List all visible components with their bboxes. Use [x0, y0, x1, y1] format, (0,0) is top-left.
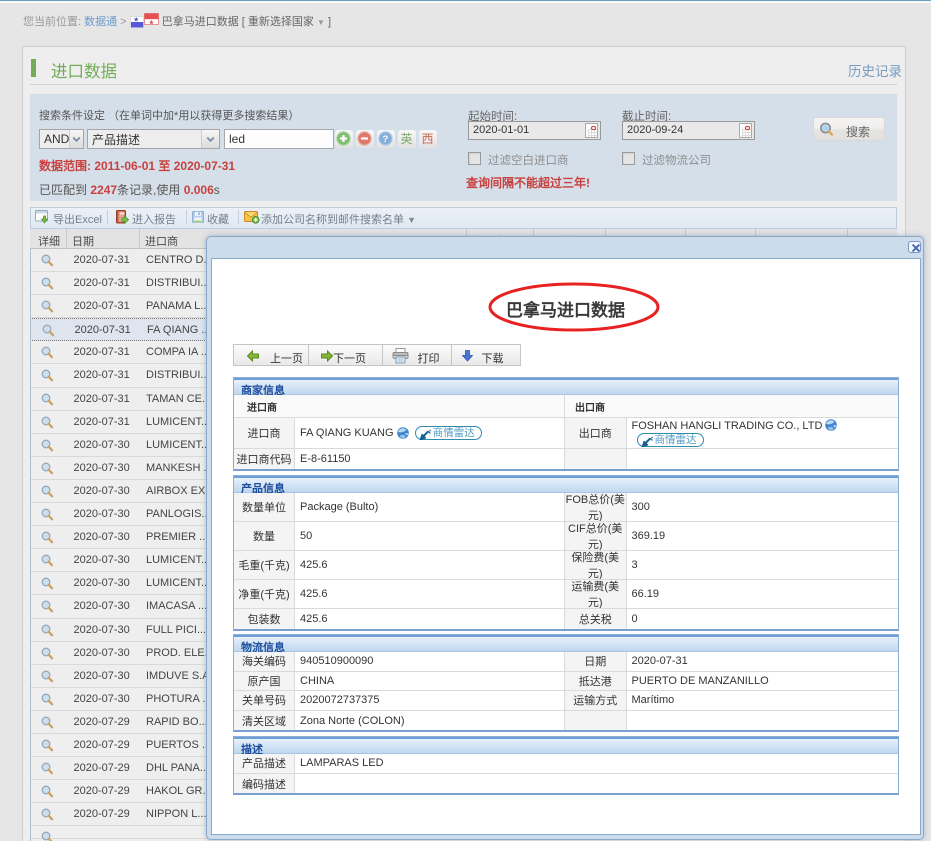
svg-text:★: ★ [148, 19, 154, 27]
svg-text:?: ? [383, 134, 389, 145]
svg-text:★: ★ [133, 16, 139, 24]
